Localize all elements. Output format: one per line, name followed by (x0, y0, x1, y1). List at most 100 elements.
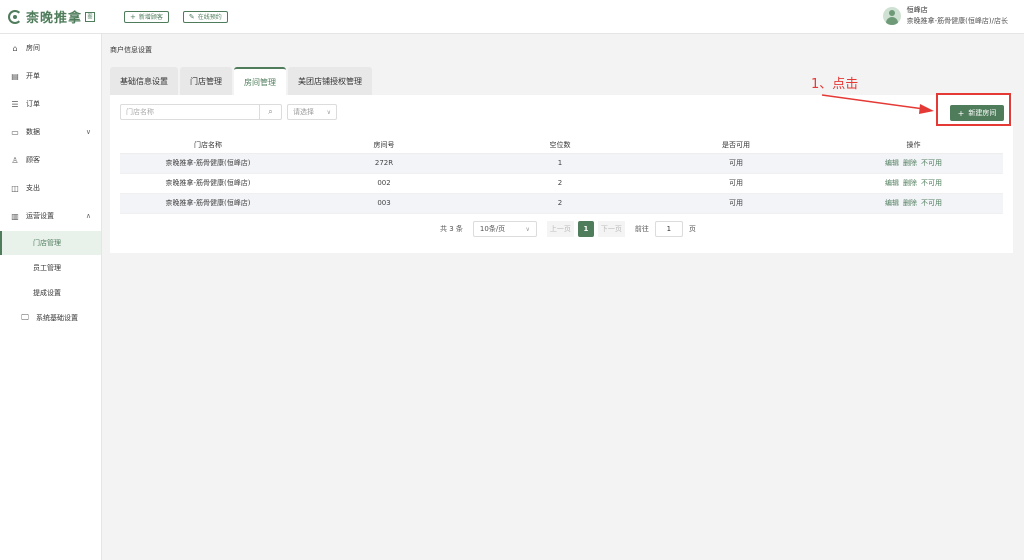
cell-seats: 2 (472, 193, 648, 214)
cell-store: 柰晚推拿-筋骨健康(恒峰店) (120, 153, 296, 174)
disable-link[interactable]: 不可用 (921, 159, 942, 167)
col-header-room: 房间号 (296, 137, 472, 154)
edit-link[interactable]: 编辑 (885, 159, 899, 167)
user-icon: ♙ (11, 155, 19, 165)
room-table: 门店名称 房间号 空位数 是否可用 操作 柰晚推拿-筋骨健康(恒峰店) 272R… (120, 137, 1003, 214)
sidebar-item-label: 支出 (26, 184, 40, 192)
table-row: 柰晚推拿-筋骨健康(恒峰店) 003 2 可用 编辑 删除 不可用 (120, 193, 1003, 214)
sidebar-item-expenses[interactable]: ◫ 支出 (0, 176, 101, 200)
cell-available: 可用 (648, 153, 824, 174)
monitor-icon: 🖵 (21, 313, 29, 322)
sidebar-item-label: 数据 (26, 128, 40, 136)
cell-store: 柰晚推拿-筋骨健康(恒峰店) (120, 173, 296, 194)
file-icon: ▤ (11, 71, 19, 81)
chevron-up-icon: ∧ (85, 212, 91, 220)
page-number-current[interactable]: 1 (577, 221, 594, 237)
col-header-seats: 空位数 (472, 137, 648, 154)
delete-link[interactable]: 删除 (903, 179, 917, 187)
cell-seats: 2 (472, 173, 648, 194)
sidebar-subitem-label: 门店管理 (33, 239, 61, 247)
sidebar-item-system-settings[interactable]: 🖵 系统基础设置 (0, 306, 101, 330)
sidebar-subitem-store-management[interactable]: 门店管理 (0, 231, 101, 255)
sidebar-item-data[interactable]: ▭ 数据 ∨ (0, 120, 101, 144)
cell-actions: 编辑 删除 不可用 (824, 173, 1003, 194)
home-icon: ⌂ (12, 43, 18, 53)
goto-label: 前往 (634, 225, 649, 233)
table-row: 柰晚推拿-筋骨健康(恒峰店) 002 2 可用 编辑 删除 不可用 (120, 173, 1003, 194)
prev-page-button[interactable]: 上一页 (546, 221, 574, 237)
tab-store-management[interactable]: 门店管理 (180, 67, 232, 95)
room-management-panel: ⌕ 请选择 ∨ + 新建房间 门店名称 房间号 空位数 是否可用 操作 柰晚推拿… (110, 95, 1013, 253)
cell-actions: 编辑 删除 不可用 (824, 153, 1003, 174)
cell-seats: 1 (472, 153, 648, 174)
cell-available: 可用 (648, 193, 824, 214)
sidebar-item-customers[interactable]: ♙ 顾客 (0, 148, 101, 172)
chart-icon: ▭ (11, 127, 19, 137)
cell-room: 003 (296, 193, 472, 214)
sidebar-item-label: 房间 (26, 44, 40, 52)
cell-room: 272R (296, 153, 472, 174)
pagination: 共 3 条 10条/页 ∨ 上一页 1 下一页 前往 页 (440, 221, 696, 237)
sidebar-subitem-label: 员工管理 (33, 264, 61, 272)
avatar[interactable] (882, 7, 901, 25)
store-search: ⌕ (120, 104, 282, 120)
wallet-icon: ◫ (11, 183, 19, 193)
annotation-highlight-box (936, 93, 1011, 126)
list-icon: ☰ (11, 99, 19, 109)
sidebar-item-label: 订单 (26, 100, 40, 108)
status-select-placeholder: 请选择 (293, 108, 314, 116)
sidebar-item-orders[interactable]: ☰ 订单 (0, 92, 101, 116)
next-page-button[interactable]: 下一页 (597, 221, 625, 237)
delete-link[interactable]: 删除 (903, 159, 917, 167)
settings-icon: ▥ (11, 211, 19, 221)
col-header-available: 是否可用 (648, 137, 824, 154)
col-header-store: 门店名称 (120, 137, 296, 154)
sidebar: ⌂ 房间 ▤ 开单 ☰ 订单 ▭ 数据 ∨ ♙ 顾客 ◫ 支出 ▥ 运营设置 ∧… (0, 34, 102, 560)
chevron-down-icon: ∨ (525, 225, 530, 233)
page-title: 商户信息设置 (110, 46, 152, 54)
sidebar-item-rooms[interactable]: ⌂ 房间 (0, 36, 101, 60)
page-size-select[interactable]: 10条/页 ∨ (472, 221, 537, 237)
logo-badge: 图 (85, 11, 96, 22)
goto-page-input[interactable] (654, 221, 683, 237)
table-row: 柰晚推拿-筋骨健康(恒峰店) 272R 1 可用 编辑 删除 不可用 (120, 153, 1003, 174)
logo-text: 柰晚推拿 (26, 11, 83, 26)
cell-store: 柰晚推拿-筋骨健康(恒峰店) (120, 193, 296, 214)
page-size-value: 10条/页 (479, 225, 506, 233)
pagination-total: 共 3 条 (440, 225, 463, 233)
user-info[interactable]: 恒峰店 柰晚推拿-筋骨健康(恒峰店)/店长 (882, 5, 1008, 27)
sidebar-item-label: 系统基础设置 (36, 314, 78, 322)
delete-link[interactable]: 删除 (903, 199, 917, 207)
table-header-row: 门店名称 房间号 空位数 是否可用 操作 (120, 137, 1003, 154)
tab-meituan-authorization[interactable]: 美团店铺授权管理 (288, 67, 372, 95)
sidebar-subitem-staff-management[interactable]: 员工管理 (0, 256, 101, 280)
edit-icon: ✎ (188, 12, 195, 21)
status-select[interactable]: 请选择 ∨ (287, 104, 337, 120)
user-name: 恒峰店 (906, 6, 928, 14)
tab-bar: 基础信息设置 门店管理 房间管理 美团店铺授权管理 (110, 67, 374, 95)
top-header: 柰晚推拿 图 + 新增顾客 ✎ 在线预约 恒峰店 柰晚推拿-筋骨健康(恒峰店)/… (0, 0, 1024, 34)
search-icon[interactable]: ⌕ (259, 105, 281, 119)
sidebar-item-label: 运营设置 (26, 212, 54, 220)
edit-link[interactable]: 编辑 (885, 199, 899, 207)
chevron-down-icon: ∨ (326, 108, 331, 116)
disable-link[interactable]: 不可用 (921, 179, 942, 187)
brand-logo[interactable]: 柰晚推拿 图 (8, 7, 112, 26)
chevron-down-icon: ∨ (85, 128, 91, 136)
sidebar-subitem-commission-settings[interactable]: 提成设置 (0, 281, 101, 305)
logo-icon (8, 9, 22, 24)
new-customer-label: 新增顾客 (138, 14, 163, 21)
tab-basic-info[interactable]: 基础信息设置 (110, 67, 178, 95)
sidebar-item-billing[interactable]: ▤ 开单 (0, 64, 101, 88)
edit-link[interactable]: 编辑 (885, 179, 899, 187)
annotation-label: 1、点击 (811, 77, 859, 92)
cell-actions: 编辑 删除 不可用 (824, 193, 1003, 214)
disable-link[interactable]: 不可用 (921, 199, 942, 207)
sidebar-item-label: 开单 (26, 72, 40, 80)
col-header-actions: 操作 (824, 137, 1003, 154)
tab-room-management[interactable]: 房间管理 (234, 67, 286, 95)
sidebar-item-operations[interactable]: ▥ 运营设置 ∧ (0, 204, 101, 228)
store-name-input[interactable] (121, 105, 259, 119)
new-customer-button[interactable]: + 新增顾客 (124, 10, 169, 23)
online-booking-button[interactable]: ✎ 在线预约 (182, 10, 228, 23)
